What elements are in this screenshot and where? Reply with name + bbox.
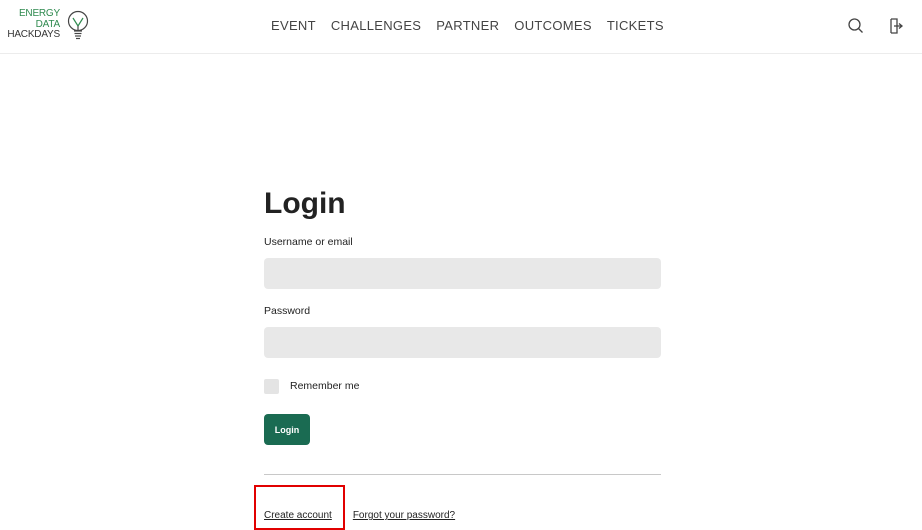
logo-line-1: ENERGY [18, 8, 60, 19]
username-input[interactable] [264, 258, 661, 289]
main-nav: EVENT CHALLENGES PARTNER OUTCOMES TICKET… [271, 18, 679, 33]
nav-challenges[interactable]: CHALLENGES [331, 18, 421, 33]
highlight-box [254, 485, 345, 530]
login-button[interactable]: Login [264, 414, 310, 445]
top-navigation-bar: ENERGY DATA HACKDAYS EVENT CHALLENGES PA… [0, 0, 922, 54]
login-icon[interactable] [885, 16, 905, 36]
username-label: Username or email [264, 236, 353, 248]
search-icon[interactable] [846, 16, 866, 36]
logo-wordmark: ENERGY DATA HACKDAYS [7, 8, 60, 41]
lightbulb-icon [67, 10, 89, 40]
page-title: Login [264, 187, 346, 220]
password-input[interactable] [264, 327, 661, 358]
remember-me-row: Remember me [264, 378, 661, 394]
password-label: Password [264, 305, 311, 317]
nav-partner[interactable]: PARTNER [436, 18, 499, 33]
remember-me-checkbox[interactable] [264, 378, 279, 394]
login-form: Login Username or email Password Remembe… [264, 186, 661, 521]
nav-tickets[interactable]: TICKETS [607, 18, 664, 33]
forgot-password-link[interactable]: Forgot your password? [353, 510, 455, 521]
divider [264, 474, 661, 475]
logo-line-3: HACKDAYS [7, 29, 60, 40]
site-logo[interactable]: ENERGY DATA HACKDAYS [7, 8, 90, 45]
remember-me-label: Remember me [290, 380, 360, 392]
nav-outcomes[interactable]: OUTCOMES [514, 18, 592, 33]
nav-event[interactable]: EVENT [271, 18, 316, 33]
